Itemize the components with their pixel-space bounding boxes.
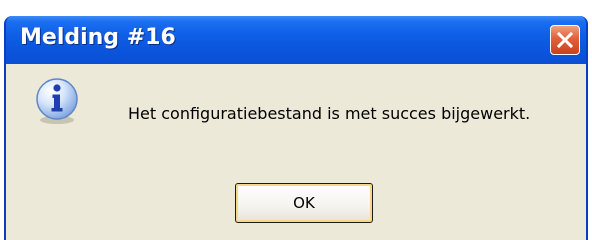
dialog-body: Het configuratiebestand is met succes bi… bbox=[6, 64, 586, 240]
ok-button[interactable]: OK bbox=[235, 183, 373, 223]
message-text: Het configuratiebestand is met succes bi… bbox=[128, 104, 531, 123]
dialog-title: Melding #16 bbox=[20, 25, 176, 50]
close-icon bbox=[556, 31, 574, 49]
title-bar[interactable]: Melding #16 bbox=[6, 16, 586, 64]
message-dialog: Melding #16 Het configuratiebestand is m… bbox=[4, 16, 588, 240]
close-button[interactable] bbox=[550, 25, 580, 55]
info-icon bbox=[36, 78, 78, 124]
